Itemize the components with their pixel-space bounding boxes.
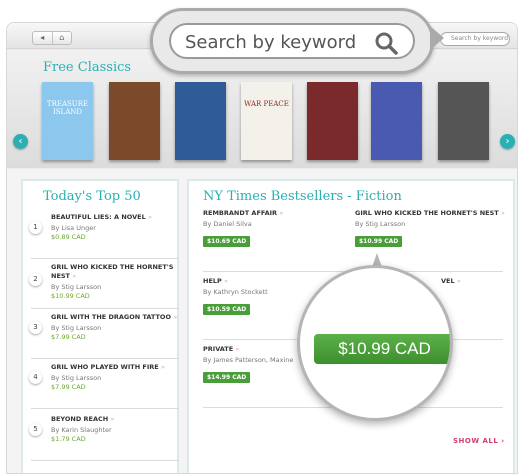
chevron-icon: » — [110, 415, 115, 423]
chevron-icon: » — [224, 277, 229, 285]
carousel-prev-icon[interactable]: ‹ — [13, 134, 28, 149]
book-title[interactable]: VEL » — [441, 277, 517, 285]
list-item[interactable]: 3 GRIL WITH THE DRAGON TATTOO » By Stig La… — [29, 311, 179, 359]
rank-badge: 2 — [29, 273, 42, 286]
price-button[interactable]: $10.59 CAD — [203, 304, 251, 315]
home-icon[interactable]: ⌂ — [51, 32, 72, 44]
list-item[interactable]: 1 BEAUTIFUL LIES: A NOVEL » By Lisa Unger $… — [29, 211, 179, 259]
book-author: By Stig Larsson — [355, 220, 406, 228]
list-item[interactable]: 5 BEYOND REACH » By Karin Slaughter $1.79 C… — [29, 413, 179, 461]
chevron-icon: » — [500, 209, 505, 217]
price-button[interactable]: $14.99 CAD — [203, 372, 251, 383]
book-title[interactable]: REMBRANDT AFFAIR » — [203, 209, 341, 217]
book-cover-war-and-peace[interactable]: WAR PEACE — [241, 82, 292, 160]
book-cover-camera-girl[interactable] — [438, 82, 489, 160]
book-author: By Stig Larsson — [51, 374, 102, 382]
chevron-icon: » — [456, 277, 461, 285]
book-author: By Daniel Silva — [203, 220, 252, 228]
price-magnifier-callout: $10.99 CAD — [297, 265, 453, 421]
magnified-price-button[interactable]: $10.99 CAD — [314, 334, 450, 364]
search-icon — [375, 32, 398, 55]
book-title[interactable]: GRIL WHO KICKED THE HORNET'S NEST » — [51, 263, 179, 281]
top50-panel: Today's Top 50 1 BEAUTIFUL LIES: A NOVEL … — [21, 179, 179, 473]
list-item[interactable]: GIRL WHO KICKED THE HORNET'S NEST » By St… — [355, 209, 505, 247]
book-author: By Karin Slaughter — [51, 426, 112, 434]
price-button[interactable]: $10.69 CAD — [203, 236, 251, 247]
book-cover-text: TREASURE ISLAND — [46, 100, 89, 116]
list-item[interactable]: 4 GRIL WHO PLAYED WITH FIRE » By Stig Lars… — [29, 361, 179, 409]
book-price: $1.79 CAD — [51, 435, 86, 443]
chevron-icon: » — [173, 313, 178, 321]
top50-title: Today's Top 50 — [43, 189, 141, 204]
nyt-title: NY Times Bestsellers - Fiction — [203, 189, 402, 204]
rank-badge: 1 — [29, 221, 42, 234]
magnified-search-input[interactable]: Search by keyword — [169, 23, 415, 59]
search-input[interactable]: Search by keyword — [440, 32, 510, 46]
chevron-icon: » — [147, 213, 152, 221]
chevron-right-icon: › — [501, 437, 505, 445]
rank-badge: 5 — [29, 423, 42, 436]
book-cover-text: WAR PEACE — [244, 100, 289, 108]
book-cover-blue[interactable] — [175, 82, 226, 160]
back-arrow-icon[interactable]: ◂ — [33, 32, 52, 44]
free-classics-title: Free Classics — [43, 60, 132, 75]
book-cover-landscape[interactable] — [109, 82, 160, 160]
list-item[interactable]: 2 GRIL WHO KICKED THE HORNET'S NEST » By S… — [29, 261, 179, 309]
book-title[interactable]: BEYOND REACH » — [51, 415, 179, 424]
callout-pointer — [430, 26, 444, 50]
search-magnifier-callout: Search by keyword — [150, 8, 434, 74]
book-cover-mosaic[interactable] — [371, 82, 422, 160]
show-all-label: SHOW ALL — [453, 437, 499, 445]
book-author: By Stig Larsson — [51, 324, 102, 332]
app-window: ◂ ⌂ Search by keyword Free Classics ‹ › … — [6, 22, 518, 474]
list-item[interactable]: VEL » — [441, 277, 517, 285]
chevron-icon: » — [160, 363, 165, 371]
book-title[interactable]: GIRL WHO KICKED THE HORNET'S NEST » — [355, 209, 505, 217]
book-price: $7.99 CAD — [51, 383, 86, 391]
chevron-icon: » — [235, 345, 240, 353]
carousel-next-icon[interactable]: › — [500, 134, 515, 149]
book-title[interactable]: GRIL WHO PLAYED WITH FIRE » — [51, 363, 179, 372]
book-title[interactable]: HELP » — [203, 277, 341, 285]
book-title[interactable]: GRIL WITH THE DRAGON TATTOO » — [51, 313, 179, 322]
nav-buttons: ◂ ⌂ — [32, 31, 72, 45]
rank-badge: 4 — [29, 371, 42, 384]
book-price: $10.99 CAD — [51, 292, 90, 300]
book-author: By Stig Larsson — [51, 283, 102, 291]
book-title[interactable]: BEAUTIFUL LIES: A NOVEL » — [51, 213, 179, 222]
book-cover-treasure-island[interactable]: TREASURE ISLAND — [42, 82, 93, 160]
book-price: $7.99 CAD — [51, 333, 86, 341]
rank-badge: 3 — [29, 321, 42, 334]
chevron-icon: » — [72, 272, 77, 280]
book-price: $0.89 CAD — [51, 233, 86, 241]
show-all-link[interactable]: SHOW ALL › — [453, 437, 505, 445]
book-author: By Lisa Unger — [51, 224, 96, 232]
price-button[interactable]: $10.99 CAD — [355, 236, 403, 247]
list-item[interactable]: REMBRANDT AFFAIR » By Daniel Silva $10.69 … — [203, 209, 341, 247]
book-cover-red-pattern[interactable] — [307, 82, 358, 160]
magnified-search-placeholder: Search by keyword — [185, 32, 357, 53]
chevron-icon: » — [279, 209, 284, 217]
